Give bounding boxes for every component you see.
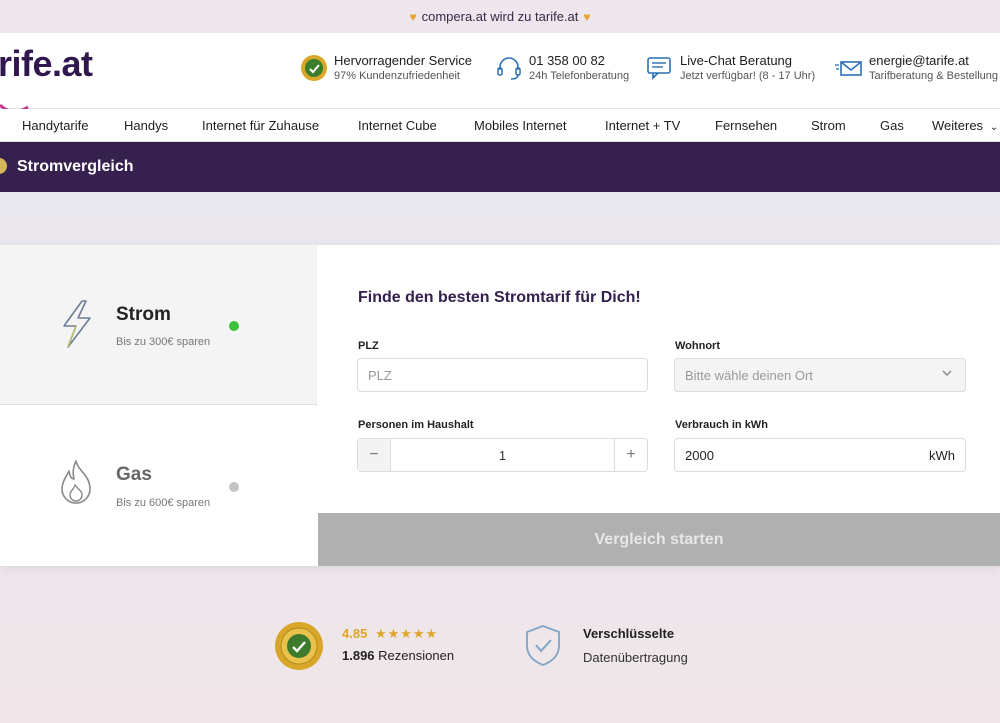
nav-item-handytarife[interactable]: Handytarife <box>22 118 88 133</box>
banner-text: compera.at wird zu tarife.at <box>421 9 579 24</box>
tab-gas[interactable]: Gas Bis zu 600€ sparen <box>0 406 317 566</box>
lightning-icon <box>63 300 91 348</box>
nav-weiteres-label: Weiteres <box>932 118 984 133</box>
verbrauch-input[interactable]: 2000 kWh <box>674 438 966 472</box>
shield-check-icon <box>526 625 560 666</box>
service-title: Hervorragender Service <box>334 53 473 68</box>
personen-label: Personen im Haushalt <box>358 419 474 431</box>
status-dot-active <box>229 321 239 331</box>
phone-number[interactable]: 01 358 00 82 <box>529 53 629 69</box>
rating-value: 4.85 <box>342 626 368 641</box>
nav-item-gas[interactable]: Gas <box>880 118 904 133</box>
nav-item-internet-cube[interactable]: Internet Cube <box>358 118 437 133</box>
nav-item-fernsehen[interactable]: Fernsehen <box>715 118 777 133</box>
status-dot-inactive <box>229 482 239 492</box>
main-nav: Handytarife Handys Internet für Zuhause … <box>0 109 1000 142</box>
reviews[interactable]: 1.896 Rezensionen <box>342 648 454 663</box>
verbrauch-unit: kWh <box>929 448 955 463</box>
nav-item-internet-zuhause[interactable]: Internet für Zuhause <box>202 118 319 133</box>
nav-item-mobiles-internet[interactable]: Mobiles Internet <box>474 118 567 133</box>
personen-stepper[interactable]: − 1 + <box>357 438 648 472</box>
award-seal-icon <box>301 55 327 81</box>
service-sub: 97% Kundenzufriedenheit <box>334 70 460 82</box>
verbrauch-label: Verbrauch in kWh <box>675 419 768 431</box>
service-info: Hervorragender Service 97% Kundenzufried… <box>300 53 472 84</box>
verbrauch-value: 2000 <box>685 448 714 463</box>
comparison-card: Strom Bis zu 300€ sparen Gas Bis zu 600€… <box>0 245 1000 566</box>
email-sub: Tarifberatung & Bestellung <box>869 70 999 82</box>
rating: 4.85 ★★★★★ <box>342 626 438 642</box>
personen-value[interactable]: 1 <box>391 448 614 463</box>
decrement-button[interactable]: − <box>358 439 391 471</box>
top-banner: ♥ compera.at wird zu tarife.at ♥ <box>0 0 1000 33</box>
reviews-label: Rezensionen <box>378 648 455 663</box>
tab-strom-label: Strom <box>116 304 171 325</box>
email-info[interactable]: energie@tarife.at Tarifberatung & Bestel… <box>835 53 998 84</box>
nav-item-handys[interactable]: Handys <box>124 118 168 133</box>
wohnort-placeholder: Bitte wähle deinen Ort <box>685 368 813 383</box>
compare-start-button[interactable]: Vergleich starten <box>318 513 1000 566</box>
chevron-down-icon: ⌄ <box>989 122 999 133</box>
chat-info[interactable]: Live-Chat Beratung Jetzt verfügbar! (8 -… <box>646 53 815 84</box>
plz-placeholder: PLZ <box>368 368 392 383</box>
tab-gas-label: Gas <box>116 464 152 485</box>
nav-item-weiteres[interactable]: Weiteres ⌄ <box>932 118 998 133</box>
tab-gas-sub: Bis zu 600€ sparen <box>116 497 211 509</box>
secure-title: Verschlüsselte <box>583 626 675 641</box>
reviews-count: 1.896 <box>342 648 375 663</box>
headset-icon <box>497 57 521 80</box>
plz-label: PLZ <box>358 340 379 352</box>
heart-icon: ♥ <box>409 9 417 24</box>
subheader: Stromvergleich <box>0 142 1000 192</box>
mail-icon <box>835 61 862 76</box>
gold-dot-icon <box>0 158 7 174</box>
plz-input[interactable]: PLZ <box>357 358 648 392</box>
heart-icon: ♥ <box>583 9 591 24</box>
customer-award-seal-icon <box>275 622 323 670</box>
energy-tabs: Strom Bis zu 300€ sparen Gas Bis zu 600€… <box>0 245 317 566</box>
flame-icon <box>61 460 91 504</box>
rating-stars-icon: ★★★★★ <box>374 626 439 641</box>
page-title: Stromvergleich <box>17 158 134 175</box>
secure-sub: Datenübertragung <box>583 650 688 665</box>
increment-button[interactable]: + <box>614 439 647 471</box>
nav-item-internet-tv[interactable]: Internet + TV <box>605 118 680 133</box>
chat-sub: Jetzt verfügbar! (8 - 17 Uhr) <box>680 70 816 82</box>
chat-icon <box>647 57 671 80</box>
tab-strom-sub: Bis zu 300€ sparen <box>116 336 211 348</box>
nav-item-strom[interactable]: Strom <box>811 118 846 133</box>
wohnort-label: Wohnort <box>675 340 721 352</box>
form-heading: Finde den besten Stromtarif für Dich! <box>358 289 641 306</box>
wohnort-select[interactable]: Bitte wähle deinen Ort <box>674 358 966 392</box>
logo[interactable]: rife.at <box>0 43 93 85</box>
phone-sub: 24h Telefonberatung <box>529 70 630 82</box>
phone-info[interactable]: 01 358 00 82 24h Telefonberatung <box>495 53 629 84</box>
chevron-down-icon <box>942 370 952 376</box>
email-address[interactable]: energie@tarife.at <box>869 53 998 69</box>
tariff-form: Finde den besten Stromtarif für Dich! PL… <box>318 245 1000 513</box>
chat-title[interactable]: Live-Chat Beratung <box>680 53 815 69</box>
header: rife.at Hervorragender Service 97% Kunde… <box>0 33 1000 113</box>
tab-strom[interactable]: Strom Bis zu 300€ sparen <box>0 245 317 405</box>
